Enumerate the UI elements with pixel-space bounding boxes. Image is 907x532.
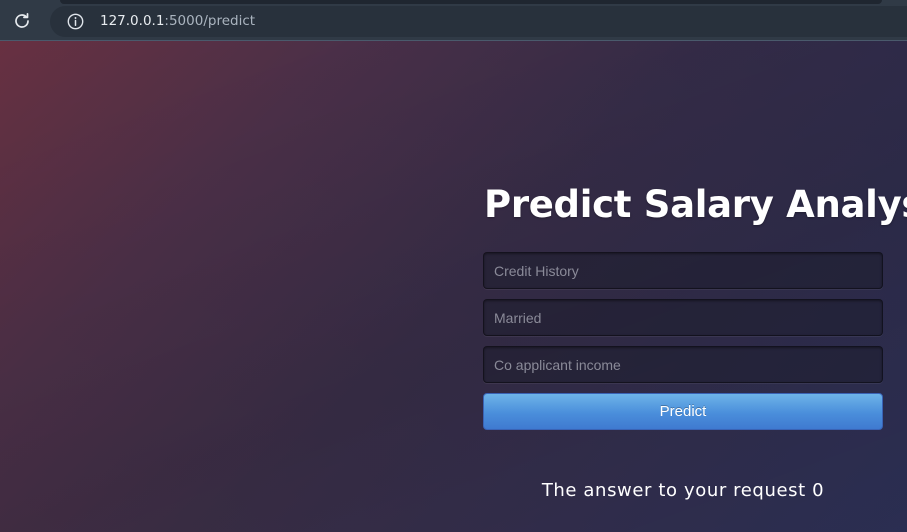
reload-icon (15, 12, 29, 28)
url-path: :5000/predict (164, 13, 256, 29)
url-text[interactable]: 127.0.0.1:5000/predict (100, 14, 255, 29)
result-text: The answer to your request 0 (541, 480, 825, 501)
tab-strip-edge (60, 0, 882, 4)
browser-toolbar: 127.0.0.1:5000/predict (0, 0, 907, 41)
url-host: 127.0.0.1 (100, 13, 165, 29)
info-icon[interactable] (67, 13, 84, 30)
predict-button[interactable]: Predict (483, 393, 883, 430)
co-applicant-income-input[interactable] (483, 346, 883, 383)
page-content: Predict Salary Analysis Predict The answ… (0, 41, 907, 532)
reload-button[interactable] (10, 9, 34, 33)
credit-history-input[interactable] (483, 252, 883, 289)
address-bar[interactable]: 127.0.0.1:5000/predict (50, 6, 907, 37)
married-input[interactable] (483, 299, 883, 336)
page-title: Predict Salary Analysis (484, 183, 907, 226)
